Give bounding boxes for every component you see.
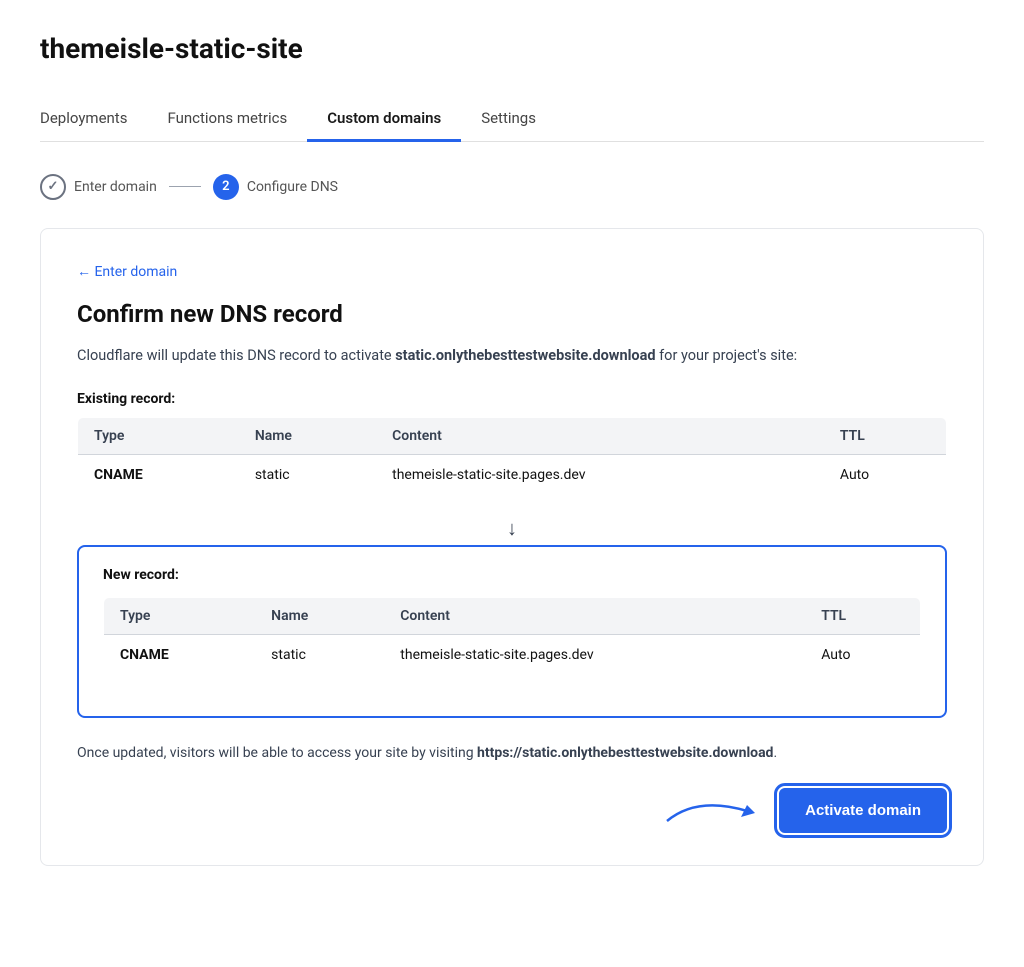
new-row-name: static [255, 634, 384, 675]
existing-row-name: static [239, 454, 376, 495]
footer-before: Once updated, visitors will be able to a… [77, 745, 477, 761]
new-col-name: Name [255, 597, 384, 634]
existing-row-type: CNAME [78, 454, 239, 495]
desc-before: Cloudflare will update this DNS record t… [77, 347, 395, 364]
existing-row-content: themeisle-static-site.pages.dev [376, 454, 824, 495]
footer-after: . [773, 745, 777, 761]
step-1: ✓ Enter domain [40, 174, 157, 200]
existing-row-ttl: Auto [824, 454, 947, 495]
tab-functions-metrics[interactable]: Functions metrics [147, 97, 307, 142]
curved-arrow-svg [657, 791, 777, 831]
existing-record-table: Type Name Content TTL CNAME static theme… [77, 417, 947, 496]
desc-after: for your project's site: [656, 347, 798, 364]
new-record-label: New record: [103, 567, 921, 583]
activate-domain-button[interactable]: Activate domain [779, 788, 947, 833]
existing-col-type: Type [78, 417, 239, 454]
dns-card: ← Enter domain Confirm new DNS record Cl… [40, 228, 984, 867]
new-row-content: themeisle-static-site.pages.dev [384, 634, 805, 675]
arrow-down-icon: ↓ [77, 516, 947, 541]
arrow-to-button [657, 791, 777, 831]
new-record-box: New record: Type Name Content TTL CNAME … [77, 545, 947, 718]
new-col-content: Content [384, 597, 805, 634]
tab-bar: Deployments Functions metrics Custom dom… [40, 97, 984, 142]
new-table-row: CNAME static themeisle-static-site.pages… [104, 634, 921, 675]
footer-url: https://static.onlythebesttestwebsite.do… [477, 745, 773, 761]
domain-bold: static.onlythebesttestwebsite.download [395, 347, 655, 364]
step-2-label: Configure DNS [247, 179, 338, 195]
new-record-table: Type Name Content TTL CNAME static theme… [103, 597, 921, 676]
step-divider [169, 186, 201, 188]
tab-deployments[interactable]: Deployments [40, 97, 147, 142]
card-title: Confirm new DNS record [77, 300, 947, 328]
existing-table-row: CNAME static themeisle-static-site.pages… [78, 454, 947, 495]
new-col-type: Type [104, 597, 256, 634]
button-row: Activate domain [77, 788, 947, 833]
step-1-circle: ✓ [40, 174, 66, 200]
new-row-ttl: Auto [805, 634, 920, 675]
existing-record-label: Existing record: [77, 391, 947, 407]
stepper: ✓ Enter domain 2 Configure DNS [40, 174, 984, 200]
footer-text: Once updated, visitors will be able to a… [77, 742, 947, 764]
step-2-circle: 2 [213, 174, 239, 200]
existing-col-name: Name [239, 417, 376, 454]
new-row-type: CNAME [104, 634, 256, 675]
step-1-label: Enter domain [74, 179, 157, 195]
tab-settings[interactable]: Settings [461, 97, 556, 142]
page-title: themeisle-static-site [40, 32, 984, 65]
card-description: Cloudflare will update this DNS record t… [77, 344, 947, 367]
new-col-ttl: TTL [805, 597, 920, 634]
existing-col-ttl: TTL [824, 417, 947, 454]
existing-col-content: Content [376, 417, 824, 454]
tab-custom-domains[interactable]: Custom domains [307, 97, 461, 142]
back-link[interactable]: ← Enter domain [77, 263, 177, 280]
step-2: 2 Configure DNS [213, 174, 338, 200]
